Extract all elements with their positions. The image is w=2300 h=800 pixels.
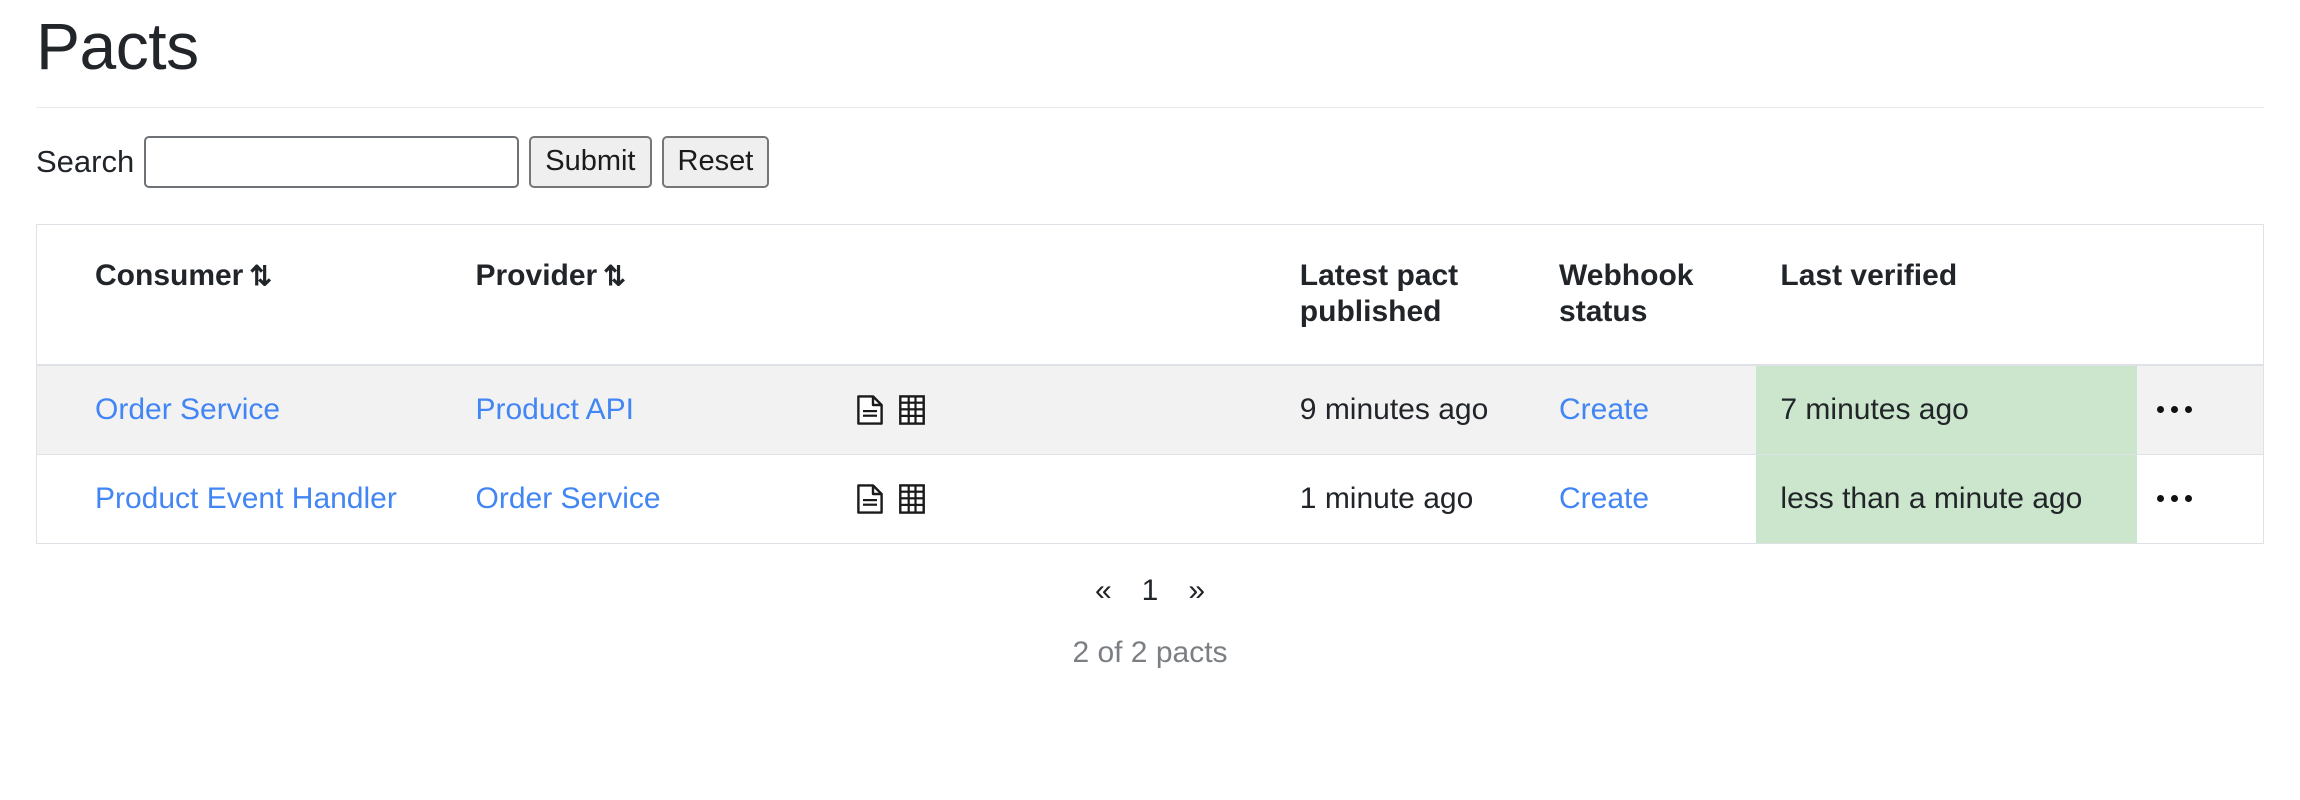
table-body: Order Service Product API 9 minutes ago …	[37, 364, 2263, 543]
table-header-row: Consumer ⇅ Provider ⇅ Latest pact publishe…	[37, 224, 2263, 366]
table-row: Product Event Handler Order Service 1 mi…	[37, 453, 2263, 543]
cell-icons	[857, 453, 1300, 543]
sort-updown-icon[interactable]: ⇅	[249, 260, 272, 293]
provider-link[interactable]: Order Service	[476, 482, 661, 515]
search-label: Search	[36, 143, 135, 179]
cell-webhook-status: Create	[1559, 364, 1757, 455]
grid-icon[interactable]	[899, 394, 926, 425]
cell-latest-pact-published: 9 minutes ago	[1299, 364, 1560, 455]
pagination: « 1 »	[0, 572, 2300, 610]
column-header-latest-pact-published: Latest pact published	[1299, 224, 1560, 366]
column-header-provider-label: Provider	[475, 258, 598, 292]
provider-link[interactable]: Product API	[476, 393, 634, 426]
ellipsis-icon[interactable]	[2137, 406, 2263, 414]
reset-button[interactable]: Reset	[661, 135, 770, 188]
column-header-actions	[2136, 224, 2263, 366]
cell-last-verified: less than a minute ago	[1756, 453, 2137, 543]
cell-actions	[2136, 453, 2263, 543]
document-icon[interactable]	[857, 483, 884, 514]
consumer-link[interactable]: Product Event Handler	[95, 482, 397, 515]
cell-provider: Order Service	[417, 453, 858, 543]
ellipsis-icon[interactable]	[2137, 495, 2263, 503]
consumer-link[interactable]: Order Service	[95, 393, 280, 426]
cell-icons	[857, 364, 1300, 455]
pagination-page-1[interactable]: 1	[1138, 572, 1163, 610]
search-input[interactable]	[144, 135, 520, 188]
pagination-prev[interactable]: «	[1091, 572, 1116, 610]
column-header-consumer-label: Consumer	[95, 258, 244, 292]
search-bar: Search Submit Reset	[0, 108, 2300, 188]
webhook-create-link[interactable]: Create	[1559, 393, 1649, 426]
webhook-create-link[interactable]: Create	[1559, 482, 1649, 515]
cell-last-verified: 7 minutes ago	[1756, 364, 2137, 455]
icon-group	[857, 394, 1299, 425]
column-header-consumer[interactable]: Consumer ⇅	[37, 224, 418, 366]
pacts-page: Pacts Search Submit Reset Consumer ⇅ Prov…	[0, 0, 2300, 800]
column-header-icons	[857, 224, 1300, 366]
cell-latest-pact-published: 1 minute ago	[1299, 453, 1560, 543]
table-head: Consumer ⇅ Provider ⇅ Latest pact publishe…	[37, 224, 2263, 366]
submit-button[interactable]: Submit	[529, 135, 652, 188]
pagination-next[interactable]: »	[1184, 572, 1209, 610]
cell-webhook-status: Create	[1559, 453, 1757, 543]
column-header-last-verified: Last verified	[1756, 224, 2137, 366]
cell-actions	[2136, 364, 2263, 455]
icon-group	[857, 483, 1299, 514]
column-header-provider[interactable]: Provider ⇅	[417, 224, 858, 366]
pacts-table-container: Consumer ⇅ Provider ⇅ Latest pact publishe…	[36, 223, 2264, 544]
grid-icon[interactable]	[899, 483, 926, 514]
column-header-webhook-status: Webhook status	[1559, 224, 1757, 366]
sort-updown-icon[interactable]: ⇅	[603, 260, 626, 293]
cell-consumer: Product Event Handler	[37, 453, 418, 543]
page-title: Pacts	[36, 9, 199, 83]
cell-provider: Product API	[417, 364, 858, 455]
table-row: Order Service Product API 9 minutes ago …	[37, 364, 2263, 455]
result-count: 2 of 2 pacts	[1072, 635, 1228, 669]
pacts-table: Consumer ⇅ Provider ⇅ Latest pact publishe…	[37, 224, 2263, 543]
cell-consumer: Order Service	[37, 364, 418, 455]
document-icon[interactable]	[857, 394, 884, 425]
